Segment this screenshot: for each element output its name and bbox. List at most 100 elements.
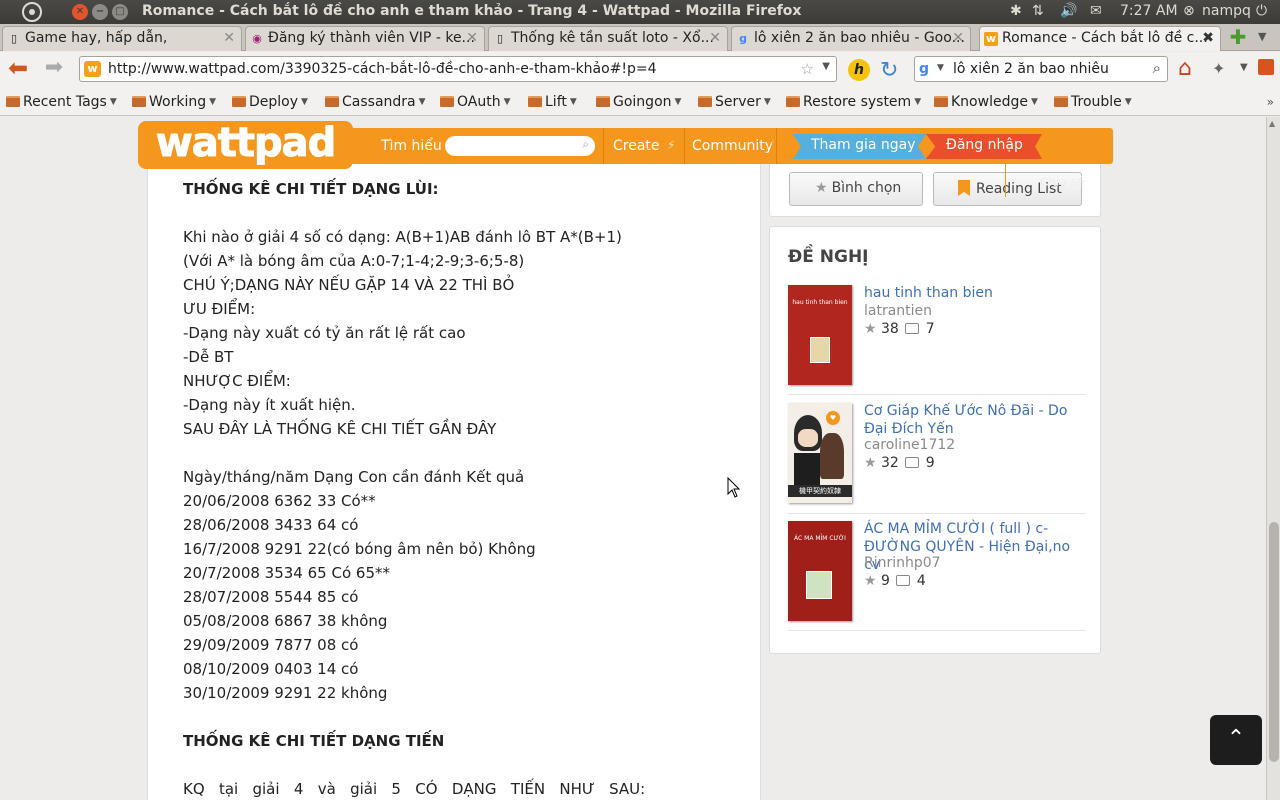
search-input[interactable]: g ▼ lô xiên 2 ăn bao nhiêu ⌕ — [914, 56, 1168, 82]
bookmark-folder-cassandra[interactable]: Cassandra ▼ — [325, 94, 426, 110]
tab-label: Romance - Cách bắt lô đề c... — [1002, 30, 1208, 46]
bookmark-ribbon-icon — [958, 180, 970, 196]
lightning-icon: ⚡ — [667, 138, 676, 152]
menu-dropdown-icon[interactable]: ▼ — [1240, 62, 1248, 73]
window-maximize-button[interactable]: □ — [112, 4, 128, 20]
book-cover[interactable]: hau tinh than bien — [788, 285, 852, 385]
bookmark-folder-restore-system[interactable]: Restore system ▼ — [786, 94, 921, 110]
network-icon[interactable]: ⇅ — [1032, 3, 1044, 19]
forward-button[interactable]: ➡ — [42, 57, 66, 81]
list-tabs-icon[interactable]: ▼ — [1258, 30, 1266, 43]
nav-community[interactable]: Community — [692, 138, 773, 154]
book-author[interactable]: caroline1712 — [864, 437, 955, 453]
folder-icon — [6, 96, 20, 107]
page-icon: ▯ — [496, 32, 504, 45]
article-line: 20/7/2008 3534 65 Có 65** — [183, 564, 390, 582]
bookmark-folder-server[interactable]: Server ▼ — [698, 94, 771, 110]
extension-icon[interactable] — [1258, 59, 1274, 75]
tab-loto[interactable]: ▯ Thống kê tần suất loto - Xổ... ✕ — [488, 26, 728, 51]
h-extension-icon[interactable]: h — [848, 59, 870, 81]
search-text: lô xiên 2 ăn bao nhiêu — [953, 61, 1109, 77]
volume-icon[interactable]: 🔊 — [1060, 3, 1077, 19]
tab-wattpad[interactable]: w Romance - Cách bắt lô đề c... ✖ — [979, 26, 1221, 51]
reload-icon[interactable]: ↻ — [880, 58, 898, 83]
tab-google[interactable]: g lô xiên 2 ăn bao nhiêu - Goo... ✕ — [731, 26, 971, 51]
comment-count: 4 — [916, 573, 926, 589]
section-heading: THỐNG KÊ CHI TIẾT DẠNG LÙI: — [183, 180, 439, 198]
page-icon: ▯ — [10, 32, 18, 45]
join-button[interactable]: Tham gia ngay — [793, 134, 926, 159]
ubuntu-logo-icon[interactable] — [22, 2, 42, 22]
article-line: ƯU ĐIỂM: — [183, 300, 256, 318]
url-dropdown-icon[interactable]: ▼ — [822, 61, 830, 72]
nav-create[interactable]: Create — [613, 138, 660, 154]
close-tab-icon[interactable]: ✕ — [466, 30, 478, 46]
close-tab-icon[interactable]: ✖ — [1202, 30, 1214, 46]
window-minimize-button[interactable]: − — [92, 4, 108, 20]
article-line: 05/08/2008 6867 38 không — [183, 612, 388, 630]
user-name[interactable]: nampq — [1202, 3, 1251, 19]
book-author[interactable]: latrantien — [864, 303, 932, 319]
share-label[interactable]: Chia sẻ — [1040, 175, 1084, 189]
article-line: 20/06/2008 6362 33 Có** — [183, 492, 376, 510]
mail-icon[interactable]: ✉ — [1090, 3, 1102, 19]
wattpad-search-input[interactable]: ⌕ — [445, 136, 595, 156]
divider — [788, 513, 1086, 514]
book-title-link[interactable]: Cơ Giáp Khế Ước Nô Đãi - Do Đại Đích Yến — [864, 402, 1086, 438]
tab-label: lô xiên 2 ăn bao nhiêu - Goo... — [754, 30, 965, 46]
page-scrollbar[interactable]: ▲ — [1266, 117, 1280, 800]
tab-game[interactable]: ▯ Game hay, hấp dẫn, ✕ — [2, 26, 242, 51]
book-cover[interactable]: ÁC MA MỈM CƯỜI — [788, 521, 852, 621]
bluetooth-icon[interactable]: ✱ — [1010, 3, 1022, 19]
scroll-up-icon[interactable]: ▲ — [1269, 119, 1275, 128]
more-bookmarks-icon[interactable]: » — [1267, 95, 1274, 109]
book-title-link[interactable]: hau tinh than bien — [864, 284, 1086, 302]
article-line: 30/10/2009 9291 22 không — [183, 684, 388, 702]
bookmarks-toolbar: Recent Tags ▼ Working ▼ Deploy ▼ Cassandra ▼… — [0, 90, 1280, 116]
close-tab-icon[interactable]: ✕ — [709, 30, 721, 46]
bookmark-folder-goingon[interactable]: Goingon ▼ — [596, 94, 681, 110]
tab-vip[interactable]: ◉ Đăng ký thành viên VIP - ke... ✕ — [245, 26, 485, 51]
login-button[interactable]: Đăng nhập — [926, 134, 1042, 159]
window-close-button[interactable]: ✕ — [72, 4, 88, 20]
back-to-top-button[interactable]: ⌃ — [1210, 715, 1262, 765]
search-icon[interactable]: ⌕ — [582, 137, 589, 152]
vote-button[interactable]: ★ Bình chọn — [789, 172, 923, 206]
new-tab-button[interactable]: ✚ — [1227, 27, 1249, 49]
star-icon: ★ — [815, 180, 828, 196]
article-line: Ngày/tháng/năm Dạng Con cần đánh Kết quả — [183, 468, 525, 486]
folder-icon — [325, 96, 339, 107]
mouse-cursor-icon — [727, 477, 741, 498]
addon-icon[interactable]: ✦ — [1212, 59, 1225, 78]
vote-count: 32 — [881, 455, 899, 471]
engine-dropdown-icon[interactable]: ▼ — [937, 63, 944, 73]
google-icon[interactable]: g — [919, 61, 935, 77]
nav-discover[interactable]: Tìm hiểu — [381, 138, 442, 154]
bookmark-folder-knowledge[interactable]: Knowledge ▼ — [934, 94, 1038, 110]
power-icon[interactable]: ⏻ — [1256, 3, 1267, 19]
folder-icon — [934, 96, 948, 107]
search-icon[interactable]: ⌕ — [1153, 59, 1161, 77]
article-line: Khi nào ở giải 4 số có dạng: A(B+1)AB đá… — [183, 228, 622, 246]
folder-icon — [528, 96, 542, 107]
bookmark-folder-working[interactable]: Working ▼ — [132, 94, 216, 110]
close-tab-icon[interactable]: ✕ — [952, 30, 964, 46]
book-cover[interactable]: ♥ 機甲契約奴隸 — [788, 403, 852, 503]
book-author[interactable]: Rinrinhp07 — [864, 555, 941, 571]
wattpad-icon: w — [84, 61, 101, 77]
url-bar[interactable]: w http://www.wattpad.com/3390325-cách-bắ… — [79, 56, 837, 82]
bookmark-star-icon[interactable]: ☆ — [801, 60, 814, 78]
clock[interactable]: 7:27 AM — [1120, 3, 1178, 19]
home-icon[interactable]: ⌂ — [1178, 56, 1192, 81]
story-actions: ★ Bình chọn Reading List — [769, 164, 1101, 217]
wattpad-logo[interactable]: wattpad — [138, 121, 353, 169]
bookmark-folder-recent-tags[interactable]: Recent Tags ▼ — [6, 94, 117, 110]
bookmark-folder-deploy[interactable]: Deploy ▼ — [232, 94, 308, 110]
scrollbar-thumb[interactable] — [1269, 522, 1279, 762]
close-tab-icon[interactable]: ✕ — [223, 30, 235, 46]
bookmark-folder-trouble[interactable]: Trouble ▼ — [1054, 94, 1132, 110]
bookmark-folder-lift[interactable]: Lift ▼ — [528, 94, 577, 110]
back-button[interactable]: ⬅ — [6, 56, 30, 81]
bookmark-folder-oauth[interactable]: OAuth ▼ — [440, 94, 511, 110]
article-line: 28/07/2008 5544 85 có — [183, 588, 359, 606]
